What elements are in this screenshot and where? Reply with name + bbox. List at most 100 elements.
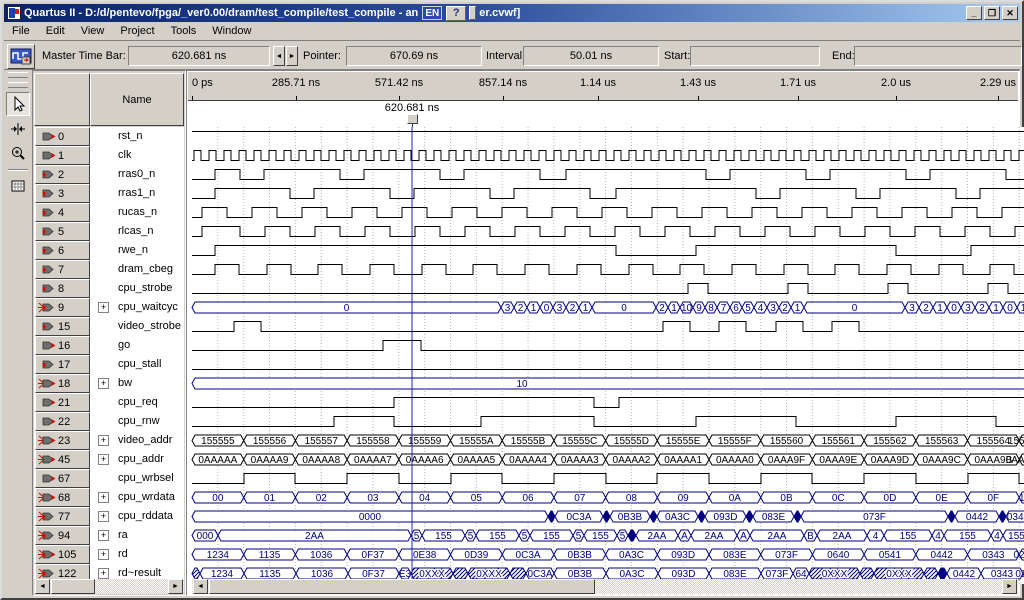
signal-id-badge[interactable]: 15 [35,317,90,336]
signal-name[interactable]: rd~result [118,567,161,579]
signal-id-badge[interactable]: 68 [35,488,90,507]
signal-row-rd[interactable]: 105 + rd [34,545,184,564]
wave-row-rd[interactable]: 1234113510360F370E380D390C3A0B3B0A3C093D… [192,549,1024,561]
expand-plus-icon[interactable]: + [98,568,109,579]
menu-edit[interactable]: Edit [38,23,73,39]
signal-id-badge[interactable]: 45 [35,450,90,469]
full-screen-tool-button[interactable] [6,174,30,198]
wave-row-bw[interactable]: 10 [192,378,1024,390]
wave-row-ra[interactable]: 0002AA515551555155515552AAA2AAA2AAB2AA41… [192,530,1024,542]
signal-row-cpu_waitcyc[interactable]: 9+cpu_waitcyc [34,298,184,317]
signal-row-dram_cbeg[interactable]: 7dram_cbeg [34,260,184,279]
signal-id-badge[interactable]: 94 [35,526,90,545]
waveform-edit-tool-button[interactable] [6,117,30,141]
signal-row-rwe_n[interactable]: 6rwe_n [34,241,184,260]
time-cursor-handle[interactable] [407,114,418,124]
waveform-canvas[interactable]: 03210321021109876543210321032101 10 155555… [188,127,1024,584]
wave-row-cpu_waitcyc[interactable]: 03210321021109876543210321032101 [192,302,1024,314]
signal-name[interactable]: cpu_strobe [118,282,172,294]
signal-name[interactable]: rras0_n [118,168,155,180]
menu-tools[interactable]: Tools [163,23,205,39]
signal-row-video_strobe[interactable]: 15video_strobe [34,317,184,336]
wave-hscrollbar[interactable]: ◄ ► [192,579,1018,594]
signal-row-cpu_wrdata[interactable]: 68 + cpu_wrdata [34,488,184,507]
wave-row-cpu_wrdata[interactable]: 000102030405060708090A0B0C0D0E0F10 [192,492,1024,504]
signal-name[interactable]: video_addr [118,434,172,446]
menu-view[interactable]: View [73,23,113,39]
signal-id-badge[interactable]: 7 [35,260,90,279]
restore-button[interactable]: ❐ [984,6,1000,20]
signal-row-cpu_addr[interactable]: 45+cpu_addr [34,450,184,469]
signal-row-rucas_n[interactable]: 4rucas_n [34,203,184,222]
end-field[interactable] [854,46,1022,66]
expand-plus-icon[interactable]: + [98,549,109,560]
signal-row-video_addr[interactable]: 23+video_addr [34,431,184,450]
signal-row-rras1_n[interactable]: 3 rras1_n [34,184,184,203]
signal-name[interactable]: rst_n [118,130,142,142]
signal-name[interactable]: bw [118,377,132,389]
scroll-right-icon[interactable]: ► [168,579,183,594]
signal-name[interactable]: cpu_wrbsel [118,472,174,484]
signal-id-badge[interactable]: 6 [35,241,90,260]
signal-id-badge[interactable]: 2 [35,165,90,184]
signal-id-badge[interactable]: 105 [35,545,90,564]
signal-row-cpu_rddata[interactable]: 77+cpu_rddata [34,507,184,526]
signal-name[interactable]: rras1_n [118,187,155,199]
signal-id-badge[interactable]: 22 [35,412,90,431]
minimize-button[interactable]: _ [966,6,982,20]
signal-id-badge[interactable]: 0 [35,127,90,146]
language-indicator[interactable]: EN [422,6,442,20]
wave-row-video_addr[interactable]: 15555515555615555715555815555915555A1555… [192,435,1024,447]
menu-window[interactable]: Window [204,23,259,39]
signal-id-badge[interactable]: 1 [35,146,90,165]
signal-id-badge[interactable]: 21 [35,393,90,412]
wave-row-cpu_rddata[interactable]: 00000C3A0B3B0A3C093D083E073F04420343 [192,511,1024,523]
signal-row-cpu_stall[interactable]: 17 cpu_stall [34,355,184,374]
signal-row-cpu_strobe[interactable]: 8 cpu_strobe [34,279,184,298]
signal-row-cpu_req[interactable]: 21 cpu_req [34,393,184,412]
signal-row-clk[interactable]: 1clk [34,146,184,165]
signal-id-badge[interactable]: 8 [35,279,90,298]
toolstrip-grip[interactable] [8,72,28,78]
wave-scroll-thumb[interactable] [209,579,595,594]
signal-row-rras0_n[interactable]: 2 rras0_n [34,165,184,184]
name-scroll-thumb[interactable] [51,579,95,594]
expand-plus-icon[interactable]: + [98,378,109,389]
signal-row-rst_n[interactable]: 0 rst_n [34,127,184,146]
time-bar-left-arrow[interactable]: ◄ [273,46,285,66]
menu-file[interactable]: File [4,23,38,39]
toolstrip-grip2[interactable] [8,82,28,88]
signal-id-badge[interactable]: 3 [35,184,90,203]
title-bar[interactable]: Quartus II - D:/d/pentevo/fpga/_ver0.00/… [4,4,1020,22]
wave-scroll-right-icon[interactable]: ► [1002,579,1017,594]
expand-plus-icon[interactable]: + [98,492,109,503]
signal-id-badge[interactable]: 5 [35,222,90,241]
name-panel-hscrollbar[interactable]: ◄ ► [34,579,184,594]
signal-id-badge[interactable]: 17 [35,355,90,374]
signal-row-rlcas_n[interactable]: 5rlcas_n [34,222,184,241]
signal-row-cpu_rnw[interactable]: 22 cpu_rnw [34,412,184,431]
language-bar-grip[interactable] [469,6,476,20]
signal-name[interactable]: cpu_req [118,396,158,408]
master-time-bar-field[interactable]: 620.681 ns [128,46,270,66]
signal-row-cpu_wrbsel[interactable]: 67 cpu_wrbsel [34,469,184,488]
signal-id-badge[interactable]: 67 [35,469,90,488]
signal-name[interactable]: cpu_addr [118,453,164,465]
signal-name[interactable]: rucas_n [118,206,157,218]
signal-name[interactable]: cpu_rnw [118,415,160,427]
signal-name[interactable]: rd [118,548,128,560]
signal-row-ra[interactable]: 94+ra [34,526,184,545]
signal-name[interactable]: cpu_stall [118,358,161,370]
signal-name[interactable]: cpu_wrdata [118,491,175,503]
close-button[interactable]: ✕ [1002,6,1018,20]
scroll-left-icon[interactable]: ◄ [35,579,50,594]
expand-plus-icon[interactable]: + [98,435,109,446]
language-help-button[interactable]: ? [446,6,466,21]
expand-plus-icon[interactable]: + [98,511,109,522]
signal-name[interactable]: go [118,339,130,351]
signal-id-badge[interactable]: 16 [35,336,90,355]
start-field[interactable] [690,46,820,66]
signal-name[interactable]: cpu_rddata [118,510,173,522]
master-time-bar-strip[interactable]: 620.681 ns [188,101,1018,127]
wave-scroll-left-icon[interactable]: ◄ [193,579,208,594]
